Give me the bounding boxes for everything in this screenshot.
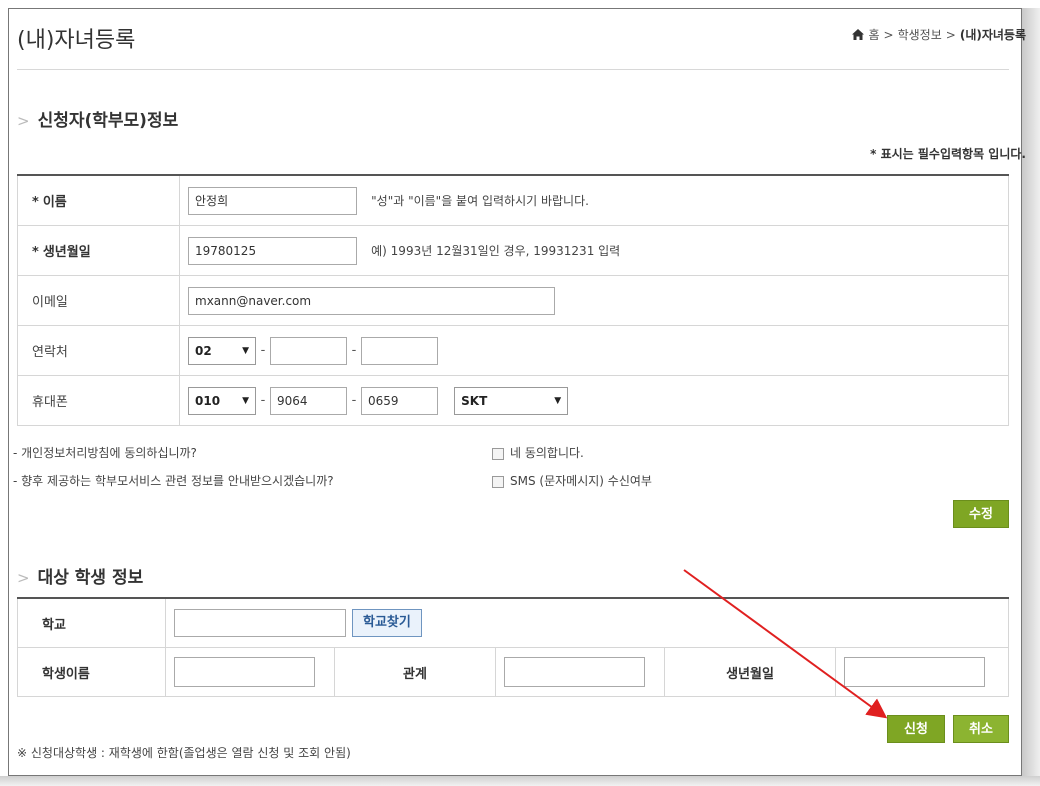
dash-separator: - [260, 393, 266, 408]
privacy-question: - 개인정보처리방침에 동의하십니까? [13, 446, 197, 460]
label-school: 학교 [17, 597, 166, 648]
privacy-option-label: 네 동의합니다. [510, 446, 584, 460]
modify-button[interactable]: 수정 [953, 500, 1009, 528]
window-edge [1022, 8, 1040, 786]
section-parent-title: 신청자(학부모)정보 [37, 111, 179, 131]
mobile-mid-input[interactable] [270, 386, 347, 415]
value-name: "성"과 "이름"을 붙여 입력하시기 바랍니다. [179, 174, 1009, 226]
phone-area-value: 02 [195, 343, 212, 358]
student-birth-input[interactable] [844, 657, 985, 687]
dash-separator: - [260, 343, 266, 358]
phone-area-select[interactable]: 02 ▼ [188, 336, 256, 365]
birth-hint: 예) 1993년 12월31일인 경우, 19931231 입력 [371, 244, 621, 258]
school-input[interactable] [174, 609, 346, 637]
value-mobile: 010▼-- SKT▼ [179, 375, 1009, 426]
sms-checkbox[interactable] [492, 475, 504, 488]
cancel-button[interactable]: 취소 [953, 715, 1009, 743]
value-birth: 예) 1993년 12월31일인 경우, 19931231 입력 [179, 225, 1009, 276]
privacy-consent[interactable]: 네 동의합니다. [492, 444, 584, 461]
breadcrumb-separator: > [883, 27, 894, 42]
relation-input[interactable] [504, 657, 645, 687]
mobile-prefix-value: 010 [195, 393, 221, 408]
parent-info-table: *이름 "성"과 "이름"을 붙여 입력하시기 바랍니다. *생년월일 예) 1… [17, 174, 1009, 426]
breadcrumb-separator: > [945, 27, 956, 42]
row-phone: 연락처 02 ▼ - - [17, 325, 1009, 376]
home-icon[interactable] [852, 29, 865, 40]
label-phone: 연락처 [17, 325, 180, 376]
label-name-text: 이름 [42, 195, 67, 210]
breadcrumb-student-info[interactable]: 학생정보 [898, 26, 942, 43]
row-school: 학교 학교찾기 [17, 597, 1009, 648]
carrier-select[interactable]: SKT ▼ [454, 386, 569, 415]
value-school: 학교찾기 [165, 597, 1009, 648]
mobile-last-input[interactable] [361, 386, 438, 415]
name-input[interactable] [188, 186, 357, 215]
mobile-prefix-select[interactable]: 010 ▼ [188, 386, 256, 415]
row-student-details: 학생이름 관계 생년월일 [17, 647, 1009, 697]
privacy-checkbox[interactable] [492, 447, 504, 460]
window-edge-bottom [0, 776, 1040, 786]
required-note: * 표시는 필수입력항목 입니다. [870, 147, 1026, 161]
title-divider [17, 69, 1009, 70]
apply-button[interactable]: 신청 [887, 715, 945, 743]
birthdate-input[interactable] [188, 236, 357, 265]
dropdown-arrow-icon: ▼ [242, 395, 249, 406]
required-star: * [32, 245, 39, 260]
value-email [179, 275, 1009, 326]
section-parent-info: > 신청자(학부모)정보 [17, 106, 178, 131]
dropdown-arrow-icon: ▼ [554, 395, 562, 406]
value-relation [495, 647, 665, 697]
page-title: (내)자녀등록 [17, 28, 136, 53]
label-mobile-text: 휴대폰 [32, 395, 68, 410]
phone-last-input[interactable] [361, 336, 438, 365]
carrier-value: SKT [461, 393, 488, 408]
required-star: * [32, 195, 39, 210]
breadcrumb-current: (내)자녀등록 [959, 28, 1026, 42]
value-student-birth [835, 647, 1009, 697]
email-input[interactable] [188, 286, 555, 315]
label-email: 이메일 [17, 275, 180, 326]
section-student-info: > 대상 학생 정보 [17, 563, 143, 588]
dash-separator: - [351, 343, 357, 358]
breadcrumb-home[interactable]: 홈 [868, 26, 879, 43]
label-phone-text: 연락처 [32, 345, 68, 360]
dash-separator: - [351, 393, 357, 408]
name-hint: "성"과 "이름"을 붙여 입력하시기 바랍니다. [371, 194, 589, 208]
label-birth-text: 생년월일 [42, 245, 91, 260]
dropdown-arrow-icon: ▼ [242, 345, 249, 356]
label-relation: 관계 [334, 647, 496, 697]
row-name: *이름 "성"과 "이름"을 붙여 입력하시기 바랍니다. [17, 174, 1009, 226]
label-name: * 이름 [17, 174, 180, 226]
footnote: ※ 신청대상학생 : 재학생에 한함(졸업생은 열람 신청 및 조회 안됨) [17, 746, 351, 760]
row-email: 이메일 [17, 275, 1009, 326]
label-birth: * 생년월일 [17, 225, 180, 276]
value-phone: 02 ▼ - - [179, 325, 1009, 376]
school-search-button[interactable]: 학교찾기 [352, 609, 422, 637]
sms-consent[interactable]: SMS (문자메시지) 수신여부 [492, 472, 652, 489]
label-mobile: 휴대폰 [17, 375, 180, 426]
chevron-right-icon: > [17, 569, 30, 587]
phone-mid-input[interactable] [270, 336, 347, 365]
student-info-table: 학교 학교찾기 학생이름 관계 생년월일 [17, 597, 1009, 697]
value-student-name [165, 647, 335, 697]
student-name-input[interactable] [174, 657, 315, 687]
label-student-birth: 생년월일 [664, 647, 836, 697]
row-mobile: 휴대폰 010▼-- SKT▼ [17, 375, 1009, 426]
row-birth: *생년월일 예) 1993년 12월31일인 경우, 19931231 입력 [17, 225, 1009, 276]
sms-question: - 향후 제공하는 학부모서비스 관련 정보를 안내받으시겠습니까? [13, 474, 334, 488]
section-student-title: 대상 학생 정보 [37, 568, 144, 588]
breadcrumb: 홈 > 학생정보 > (내)자녀등록 [852, 26, 1026, 43]
label-email-text: 이메일 [32, 295, 68, 310]
chevron-right-icon: > [17, 112, 30, 130]
label-student-name: 학생이름 [17, 647, 166, 697]
sms-option-label: SMS (문자메시지) 수신여부 [510, 474, 652, 488]
